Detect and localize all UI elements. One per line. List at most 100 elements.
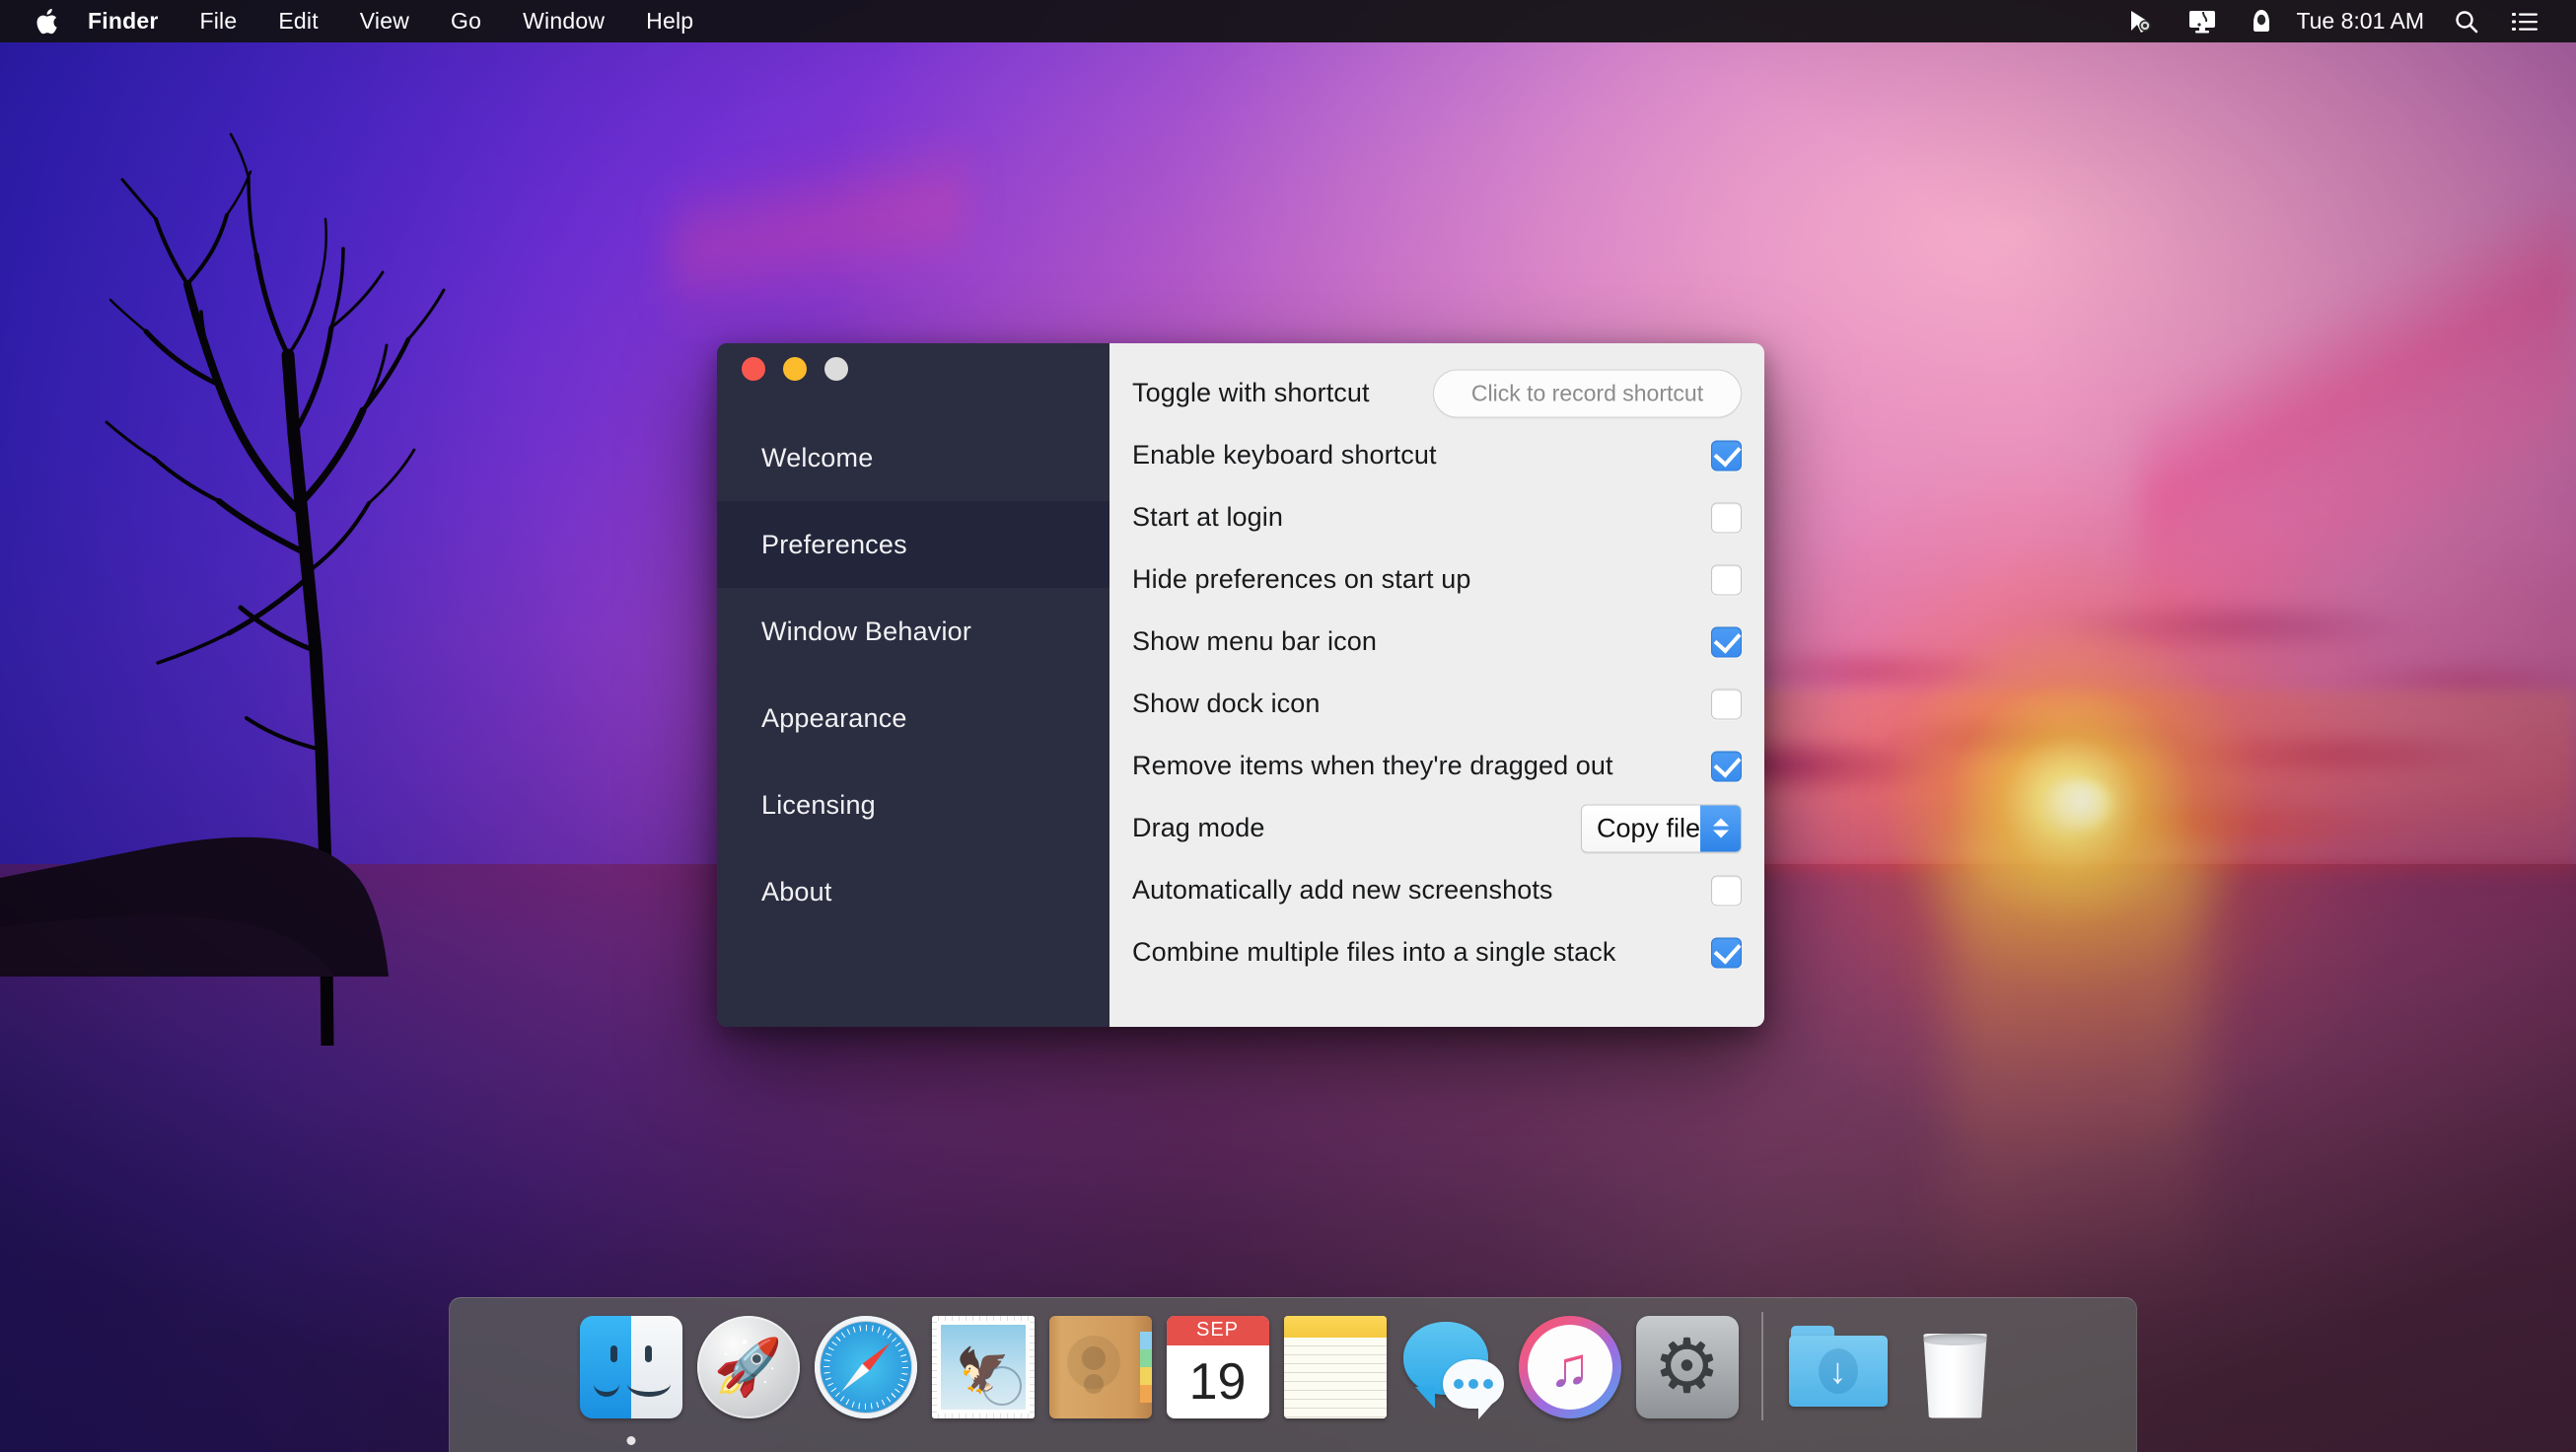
- dock-item-notes[interactable]: [1276, 1298, 1394, 1452]
- notes-icon: [1283, 1315, 1387, 1418]
- sidebar-item-welcome[interactable]: Welcome: [717, 414, 1109, 501]
- dock-item-calendar[interactable]: SEP 19: [1159, 1298, 1276, 1452]
- zoom-window-button[interactable]: [824, 357, 848, 381]
- menu-item-go[interactable]: Go: [430, 0, 502, 42]
- setting-row-toggle-with-shortcut: Toggle with shortcut Click to record sho…: [1109, 362, 1764, 424]
- setting-row-enable-keyboard-shortcut: Enable keyboard shortcut: [1109, 424, 1764, 486]
- sidebar-item-appearance[interactable]: Appearance: [717, 675, 1109, 762]
- calendar-icon: SEP 19: [1166, 1315, 1269, 1418]
- menu-bar-clock[interactable]: Tue 8:01 AM: [2290, 8, 2438, 35]
- traffic-light-buttons: [742, 357, 848, 381]
- menu-item-edit[interactable]: Edit: [257, 0, 338, 42]
- dock-item-system-preferences[interactable]: ⚙: [1628, 1298, 1746, 1452]
- setting-label: Combine multiple files into a single sta…: [1132, 937, 1616, 967]
- checkbox-enable-keyboard-shortcut[interactable]: [1711, 440, 1742, 471]
- setting-row-drag-mode: Drag mode Copy files: [1109, 797, 1764, 859]
- notification-center-icon[interactable]: [2495, 0, 2554, 42]
- window-sidebar: Welcome Preferences Window Behavior Appe…: [717, 343, 1109, 1027]
- dock: 🚀 🦅 SEP 19 ♫ ⚙ ↓: [449, 1297, 2137, 1452]
- minimize-window-button[interactable]: [783, 357, 807, 381]
- setting-label: Remove items when they're dragged out: [1132, 751, 1613, 780]
- menu-item-view[interactable]: View: [339, 0, 430, 42]
- chevron-updown-icon: [1700, 805, 1741, 851]
- contacts-icon: [1048, 1315, 1152, 1418]
- cursor-pointer-icon[interactable]: [2112, 0, 2172, 42]
- setting-label: Start at login: [1132, 502, 1283, 532]
- menu-item-finder[interactable]: Finder: [88, 0, 179, 42]
- setting-label: Show dock icon: [1132, 689, 1321, 718]
- messages-icon: [1401, 1316, 1504, 1419]
- setting-control: [1711, 564, 1742, 595]
- setting-row-show-dock-icon: Show dock icon: [1109, 673, 1764, 735]
- setting-control: [1711, 689, 1742, 719]
- close-window-button[interactable]: [742, 357, 765, 381]
- menu-item-help[interactable]: Help: [625, 0, 714, 42]
- drag-mode-value: Copy files: [1597, 813, 1714, 842]
- setting-control: Click to record shortcut: [1433, 369, 1742, 417]
- setting-label: Hide preferences on start up: [1132, 564, 1471, 594]
- setting-label: Enable keyboard shortcut: [1132, 440, 1437, 470]
- safari-icon: [814, 1315, 917, 1418]
- bartender-icon[interactable]: [2233, 0, 2290, 42]
- setting-label: Toggle with shortcut: [1132, 378, 1370, 407]
- dock-item-messages[interactable]: [1394, 1298, 1511, 1452]
- sidebar-item-preferences[interactable]: Preferences: [717, 501, 1109, 588]
- setting-row-show-menu-bar-icon: Show menu bar icon: [1109, 611, 1764, 673]
- dock-item-finder[interactable]: [572, 1298, 689, 1452]
- setting-row-automatically-add-new-screenshots: Automatically add new screenshots: [1109, 859, 1764, 921]
- setting-control: [1711, 875, 1742, 906]
- trash-icon: [1904, 1316, 2007, 1418]
- checkbox-show-dock-icon[interactable]: [1711, 689, 1742, 719]
- sidebar-item-licensing[interactable]: Licensing: [717, 762, 1109, 848]
- checkbox-automatically-add-new-screenshots[interactable]: [1711, 875, 1742, 906]
- dock-item-downloads[interactable]: [1779, 1298, 1896, 1452]
- setting-row-hide-preferences-on-start-up: Hide preferences on start up: [1109, 548, 1764, 611]
- dock-item-launchpad[interactable]: 🚀: [689, 1298, 807, 1452]
- menu-bar: Finder File Edit View Go Window Help Tue…: [0, 0, 2576, 42]
- record-shortcut-button[interactable]: Click to record shortcut: [1433, 369, 1742, 417]
- finder-icon: [579, 1315, 682, 1418]
- sidebar-item-about[interactable]: About: [717, 848, 1109, 935]
- launchpad-icon: 🚀: [696, 1315, 800, 1418]
- setting-control: Copy files: [1581, 804, 1742, 852]
- preferences-panel: Toggle with shortcut Click to record sho…: [1109, 343, 1764, 1027]
- setting-control: [1711, 440, 1742, 471]
- checkbox-hide-preferences-on-start-up[interactable]: [1711, 564, 1742, 595]
- dock-item-itunes[interactable]: ♫: [1511, 1298, 1628, 1452]
- setting-control: [1711, 751, 1742, 781]
- preferences-window: Welcome Preferences Window Behavior Appe…: [717, 343, 1764, 1027]
- sidebar-item-window-behavior[interactable]: Window Behavior: [717, 588, 1109, 675]
- display-screenshot-icon[interactable]: [2172, 0, 2233, 42]
- search-icon[interactable]: [2438, 0, 2495, 42]
- checkbox-show-menu-bar-icon[interactable]: [1711, 626, 1742, 657]
- setting-label: Automatically add new screenshots: [1132, 875, 1553, 905]
- setting-row-combine-multiple-files: Combine multiple files into a single sta…: [1109, 921, 1764, 983]
- running-indicator-dot: [626, 1436, 635, 1445]
- setting-control: [1711, 937, 1742, 968]
- checkbox-start-at-login[interactable]: [1711, 502, 1742, 533]
- menu-item-file[interactable]: File: [179, 0, 257, 42]
- dock-item-mail[interactable]: 🦅: [924, 1298, 1041, 1452]
- setting-label: Drag mode: [1132, 813, 1265, 842]
- checkbox-remove-items-when-dragged-out[interactable]: [1711, 751, 1742, 781]
- dock-separator: [1761, 1311, 1763, 1420]
- apple-logo-icon[interactable]: [0, 0, 88, 42]
- drag-mode-select[interactable]: Copy files: [1581, 804, 1742, 852]
- downloads-folder-icon: [1787, 1316, 1890, 1418]
- calendar-month: SEP: [1166, 1315, 1269, 1345]
- dock-item-safari[interactable]: [807, 1298, 924, 1452]
- menu-item-window[interactable]: Window: [502, 0, 625, 42]
- checkbox-combine-multiple-files-into-single-stack[interactable]: [1711, 937, 1742, 968]
- setting-control: [1711, 502, 1742, 533]
- menu-bar-left: Finder File Edit View Go Window Help: [0, 0, 714, 42]
- itunes-icon: ♫: [1518, 1315, 1621, 1418]
- mail-icon: 🦅: [931, 1315, 1035, 1418]
- sidebar-item-list: Welcome Preferences Window Behavior Appe…: [717, 343, 1109, 935]
- setting-control: [1711, 626, 1742, 657]
- setting-row-remove-items-when-dragged-out: Remove items when they're dragged out: [1109, 735, 1764, 797]
- dock-item-contacts[interactable]: [1041, 1298, 1159, 1452]
- setting-label: Show menu bar icon: [1132, 626, 1377, 656]
- menu-bar-status-area: Tue 8:01 AM: [2112, 0, 2576, 42]
- calendar-day: 19: [1188, 1352, 1247, 1411]
- dock-item-trash[interactable]: [1896, 1298, 2014, 1452]
